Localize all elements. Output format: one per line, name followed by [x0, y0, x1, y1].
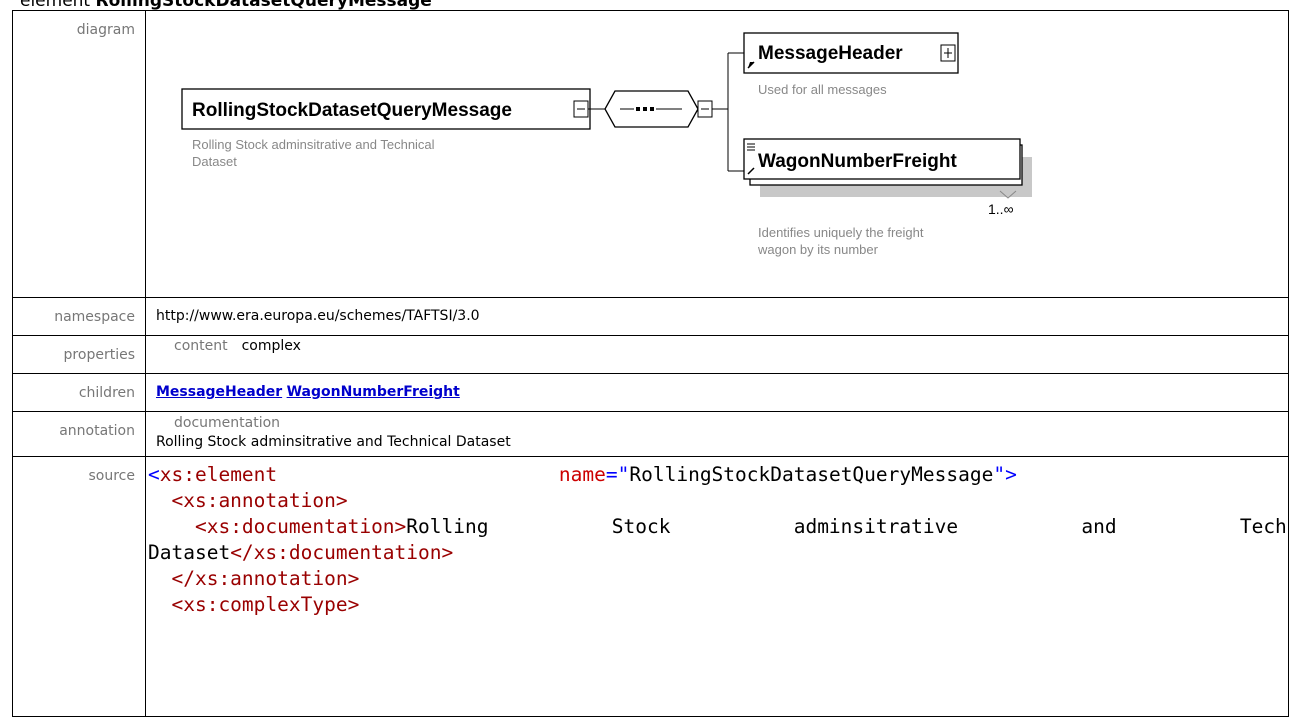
root-collapse-icon[interactable] — [573, 100, 589, 118]
namespace-row: namespace http://www.era.europa.eu/schem… — [12, 297, 1289, 336]
root-element-name: RollingStockDatasetQueryMessage — [192, 100, 512, 121]
wagon-number-freight-doc-line2: wagon by its number — [757, 242, 879, 257]
diagram-row: diagram RollingStockDatasetQueryMessage … — [12, 10, 1289, 298]
code-attr-name: name — [558, 463, 606, 486]
code-doc-text-cont: Dataset — [148, 541, 231, 564]
children-label: children — [12, 373, 146, 412]
sequence-compositor-icon[interactable] — [604, 90, 699, 128]
root-doc-line2: Dataset — [192, 154, 237, 169]
diagram-label: diagram — [12, 10, 146, 298]
code-documentation-open: <xs:documentation> — [194, 515, 407, 538]
annotation-doc-text: Rolling Stock adminsitrative and Technic… — [156, 434, 511, 450]
annotation-doc-title: documentation — [174, 415, 281, 431]
children-row: children MessageHeader WagonNumberFreigh… — [12, 373, 1289, 412]
wagon-number-freight-doc-line1: Identifies uniquely the freight — [758, 225, 924, 240]
source-row: source <xs:element name="RollingStockDat… — [12, 456, 1289, 717]
schema-diagram: RollingStockDatasetQueryMessage Rolling … — [181, 32, 1032, 257]
code-documentation-close: </xs:documentation> — [230, 541, 454, 564]
property-key: content — [174, 338, 228, 354]
annotation-label: annotation — [12, 411, 146, 457]
wagon-number-freight-occurs: 1..∞ — [988, 201, 1014, 217]
message-header-box[interactable]: MessageHeader — [743, 32, 959, 74]
source-value: <xs:element name="RollingStockDatasetQue… — [145, 456, 1289, 717]
message-header-doc: Used for all messages — [758, 82, 887, 97]
message-header-expand-icon[interactable] — [940, 44, 956, 62]
code-attr-value: RollingStockDatasetQueryMessage — [629, 463, 994, 486]
root-doc-line1: Rolling Stock adminsitrative and Technic… — [192, 137, 435, 152]
code-equals: =" — [605, 463, 630, 486]
code-doc-text: Rolling Stock adminsitrative and Technic… — [406, 515, 1289, 538]
code-tag: xs:element — [159, 463, 278, 486]
code-close: "> — [993, 463, 1017, 486]
sequence-collapse-icon[interactable] — [697, 100, 713, 118]
code-annotation-open: <xs:annotation> — [171, 489, 348, 512]
annotation-row: annotation documentation Rolling Stock a… — [12, 411, 1289, 457]
code-annotation-close: </xs:annotation> — [171, 567, 360, 590]
wagon-number-freight-name: WagonNumberFreight — [758, 151, 957, 172]
root-element-box[interactable]: RollingStockDatasetQueryMessage — [181, 88, 591, 130]
child-link-message-header[interactable]: MessageHeader — [156, 384, 282, 400]
properties-row: properties content complex — [12, 335, 1289, 374]
diagram-cell: RollingStockDatasetQueryMessage Rolling … — [145, 10, 1289, 298]
namespace-label: namespace — [12, 297, 146, 336]
property-value: complex — [241, 338, 301, 354]
children-value: MessageHeader WagonNumberFreight — [145, 373, 1289, 412]
source-code: <xs:element name="RollingStockDatasetQue… — [146, 457, 1289, 618]
wagon-number-freight-box[interactable]: WagonNumberFreight — [743, 138, 1032, 199]
message-header-name: MessageHeader — [758, 43, 903, 64]
properties-label: properties — [12, 335, 146, 374]
properties-value: content complex — [145, 335, 1289, 374]
annotation-value: documentation Rolling Stock adminsitrati… — [145, 411, 1289, 457]
code-complextype-open: <xs:complexType> — [171, 593, 360, 616]
namespace-value: http://www.era.europa.eu/schemes/TAFTSI/… — [145, 297, 1289, 336]
source-label: source — [12, 456, 146, 717]
code-bracket: < — [148, 463, 160, 486]
child-link-wagon-number-freight[interactable]: WagonNumberFreight — [287, 384, 460, 400]
element-doc-table: diagram RollingStockDatasetQueryMessage … — [12, 10, 1289, 717]
